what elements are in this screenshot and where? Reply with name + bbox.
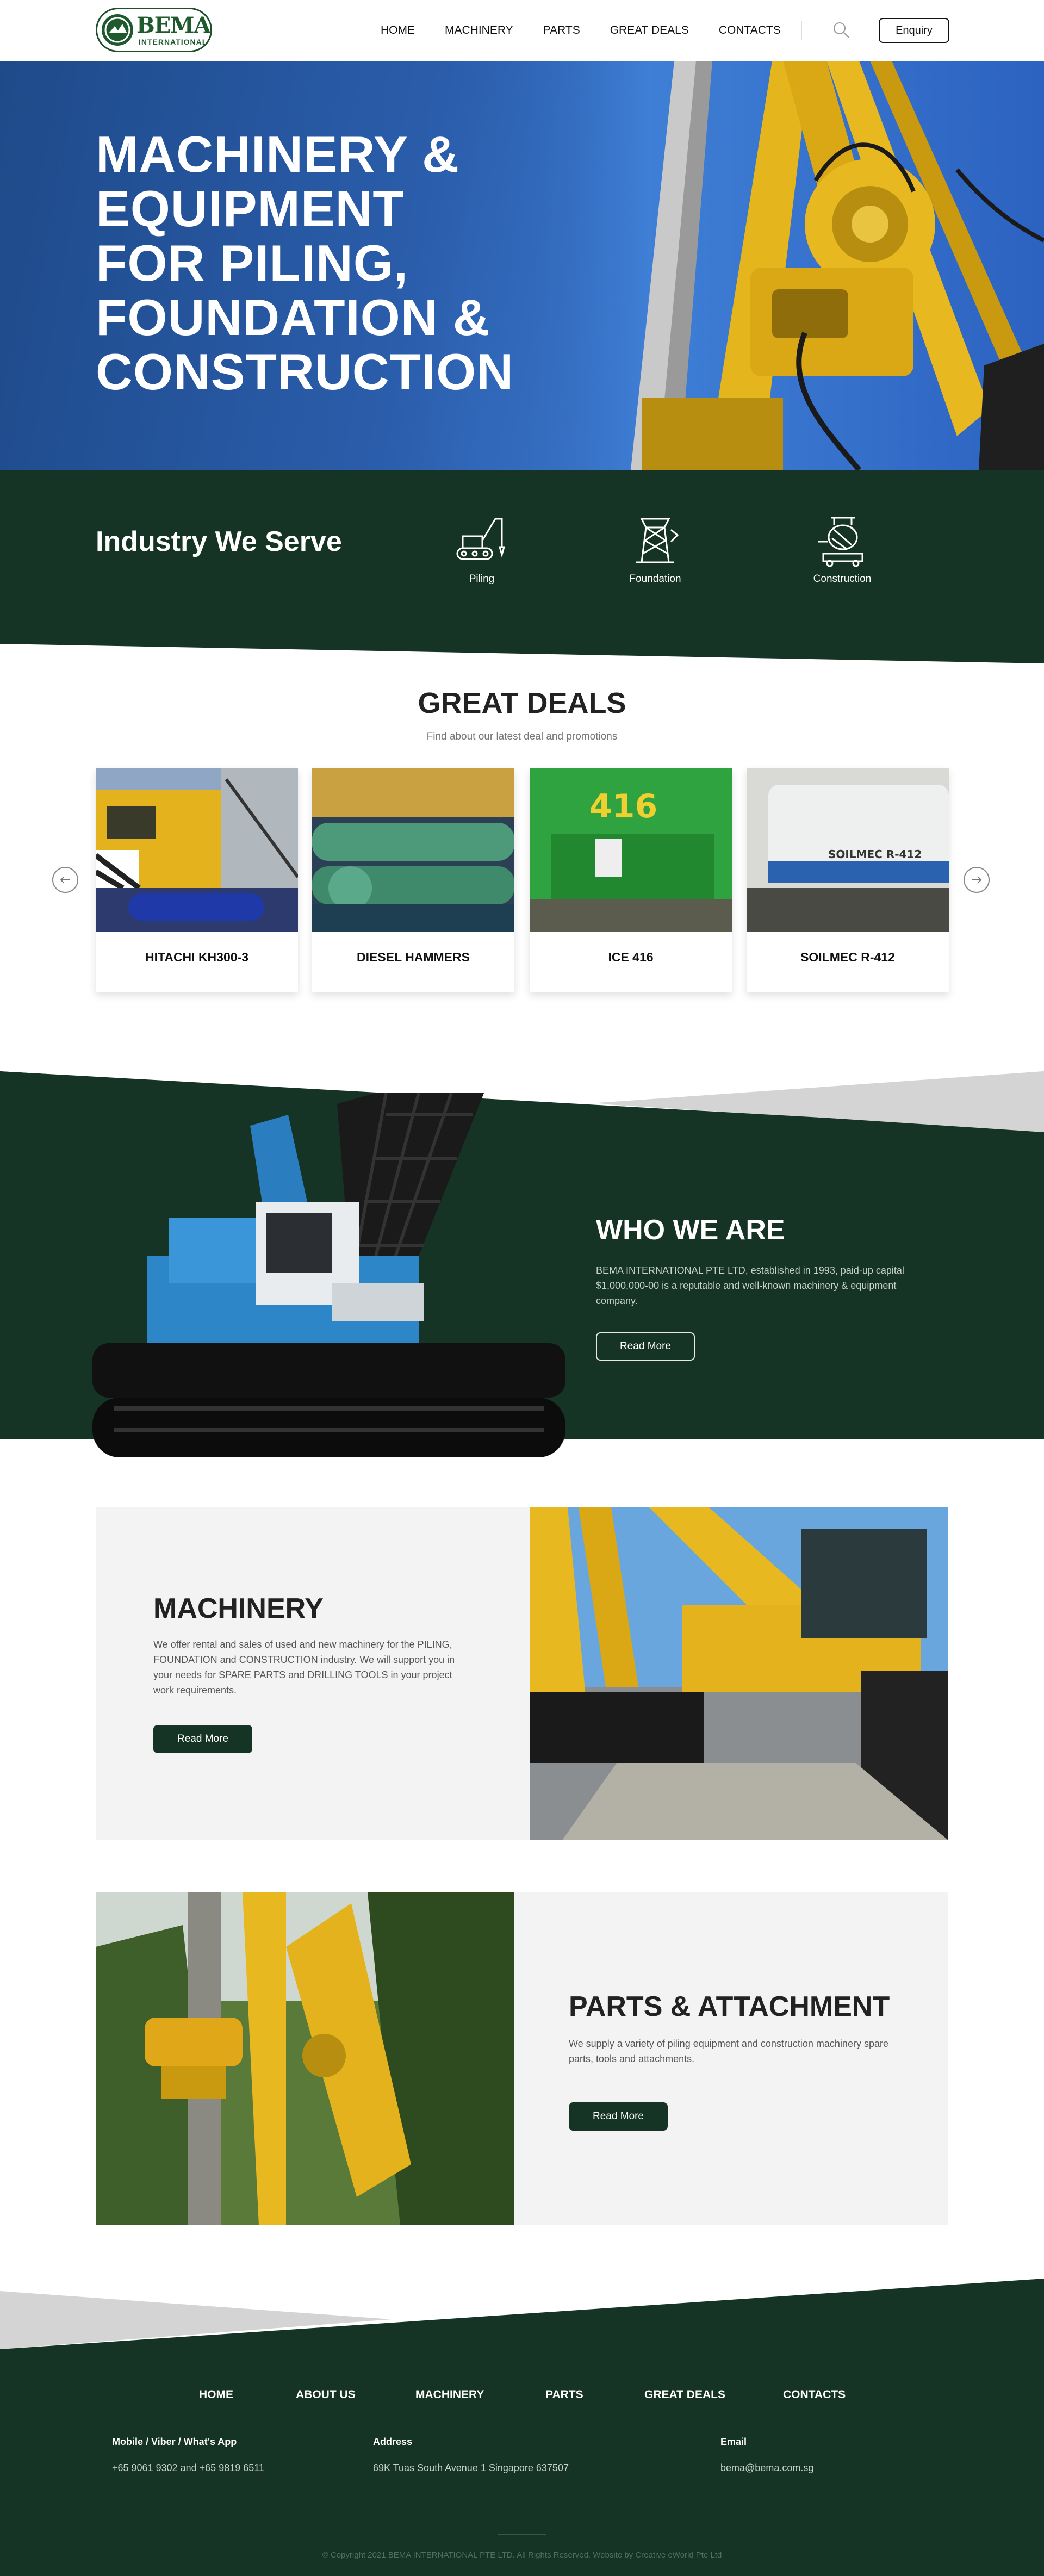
nav-machinery[interactable]: MACHINERY [445,22,513,39]
footer-nav: HOME ABOUT US MACHINERY PARTS GREAT DEAL… [0,2388,1044,2405]
logo-emblem-icon [102,14,133,46]
footer-email-value[interactable]: bema@bema.com.sg [720,2462,813,2474]
footer-nav-machinery[interactable]: MACHINERY [415,2388,484,2401]
excavator-photo [530,1507,948,1840]
footer-short-divider [498,2534,546,2535]
deal-card[interactable]: DIESEL HAMMERS [312,768,514,992]
carousel-next-arrow-icon[interactable] [964,867,990,893]
who-read-more-button[interactable]: Read More [596,1332,695,1361]
deal-name: HITACHI KH300-3 [145,950,248,964]
nav-parts[interactable]: PARTS [543,22,580,39]
deal-name: SOILMEC R-412 [800,950,895,964]
deal-photo [312,768,514,932]
industry-item-construction[interactable]: Construction [799,513,886,585]
footer-nav-home[interactable]: HOME [199,2388,233,2401]
deals-subtitle: Find about our latest deal and promotion… [426,731,618,742]
copyright-text: © Copyright 2021 BEMA INTERNATIONAL PTE … [322,2550,722,2560]
deal-photo-text: 416 [589,787,657,825]
deal-photo: 416 [530,768,732,932]
nav-great-deals[interactable]: GREAT DEALS [610,22,689,39]
hero-title-line: MACHINERY & [96,126,460,183]
industry-item-foundation[interactable]: Foundation [612,513,699,585]
piling-rig-photo [478,61,1044,470]
deal-photo: SOILMEC R-412 [747,768,949,932]
hero-title-line: EQUIPMENT [96,180,405,237]
industry-label: Construction [813,573,872,585]
site-header: BEMA INTERNATIONAL HOME MACHINERY PARTS … [0,0,1044,61]
carousel-prev-arrow-icon[interactable] [52,867,78,893]
nav-home[interactable]: HOME [381,22,415,39]
deal-photo [96,768,298,932]
hero-banner: MACHINERY & EQUIPMENT FOR PILING, FOUNDA… [0,61,1044,470]
industry-label: Piling [469,573,495,585]
footer-nav-about[interactable]: ABOUT US [296,2388,356,2401]
bema-logo[interactable]: BEMA INTERNATIONAL [96,8,212,52]
machinery-read-more-button[interactable]: Read More [153,1725,252,1753]
logo-subtitle: INTERNATIONAL [139,38,208,46]
who-we-are-title: WHO WE ARE [596,1214,785,1246]
footer-nav-parts[interactable]: PARTS [545,2388,583,2401]
foundation-tower-icon [636,518,679,563]
footer-nav-great-deals[interactable]: GREAT DEALS [644,2388,725,2401]
hero-title: MACHINERY & EQUIPMENT FOR PILING, FOUNDA… [96,127,531,399]
enquiry-button[interactable]: Enquiry [879,18,949,43]
parts-title: PARTS & ATTACHMENT [569,1991,890,2022]
search-icon[interactable] [832,21,850,39]
footer-address-value: 69K Tuas South Avenue 1 Singapore 637507 [373,2462,569,2473]
machinery-text: We offer rental and sales of used and ne… [153,1639,455,1696]
deal-photo-text: SOILMEC R-412 [828,848,922,861]
machinery-title: MACHINERY [153,1593,324,1624]
nav-contacts[interactable]: CONTACTS [719,22,781,39]
page: BEMA INTERNATIONAL HOME MACHINERY PARTS … [0,0,1044,2576]
deal-card[interactable]: 416 ICE 416 [530,768,732,992]
industry-item-piling[interactable]: Piling [438,513,525,585]
industry-diagonal-edge [0,604,1044,663]
footer-email-label: Email [720,2436,747,2447]
hero-title-line: CONSTRUCTION [96,343,514,400]
deal-card[interactable]: HITACHI KH300-3 [96,768,298,992]
footer-mobile-label: Mobile / Viber / What's App [112,2436,237,2447]
nav-divider [801,21,802,40]
piling-rig-icon [456,518,505,560]
concrete-mixer-icon [818,517,863,567]
hero-title-line: FOUNDATION & [96,289,490,346]
deals-title: GREAT DEALS [418,687,626,719]
crawler-crane-photo [92,1093,566,1457]
deal-name: DIESEL HAMMERS [357,950,470,964]
drill-attachment-photo [96,1892,514,2225]
parts-text: We supply a variety of piling equipment … [569,2038,888,2064]
who-we-are-text: BEMA INTERNATIONAL PTE LTD, established … [596,1265,904,1306]
footer-nav-contacts[interactable]: CONTACTS [783,2388,846,2401]
footer-address-label: Address [373,2436,413,2447]
footer-background [0,2279,1044,2576]
deal-name: ICE 416 [608,950,654,964]
deal-card[interactable]: SOILMEC R-412 SOILMEC R-412 [747,768,949,992]
industry-title: Industry We Serve [96,526,342,557]
logo-wordmark: BEMA [136,13,211,38]
industry-label: Foundation [629,573,681,585]
main-nav: HOME MACHINERY PARTS GREAT DEALS CONTACT… [381,22,811,39]
hero-title-line: FOR PILING, [96,234,408,291]
footer-mobile-value[interactable]: +65 9061 9302 and +65 9819 6511 [112,2462,264,2474]
parts-read-more-button[interactable]: Read More [569,2102,668,2131]
